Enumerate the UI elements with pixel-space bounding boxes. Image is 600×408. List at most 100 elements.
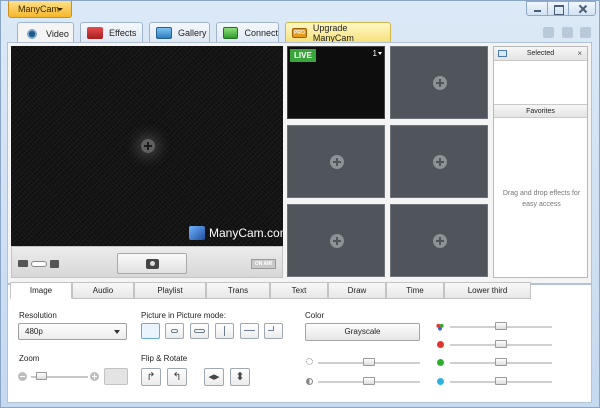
pro-icon: PRO [292,28,307,38]
add-icon[interactable] [330,234,344,248]
green-slider-thumb[interactable] [495,358,507,366]
tab-upgrade-label: Upgrade ManyCam [312,23,354,43]
app-menu-button[interactable]: ManyCam [8,1,72,18]
flip-vertical-button[interactable]: ⬍ [230,368,250,386]
twitter-icon[interactable] [562,27,573,38]
pip-split-vertical-button[interactable] [215,323,234,339]
chevron-down-icon[interactable] [378,52,382,55]
add-icon[interactable] [433,234,447,248]
add-icon[interactable] [433,155,447,169]
minimize-button[interactable] [526,1,548,16]
chevron-down-icon [114,330,120,334]
effects-icon [87,27,103,39]
source-slot-5[interactable] [287,204,385,277]
video-preview[interactable]: ManyCam.com [11,46,283,246]
quad-icon [268,326,274,331]
title-bar: ManyCam [0,0,598,20]
contrast-slider-thumb[interactable] [363,377,375,385]
webcam-icon [24,27,40,40]
tab-effects[interactable]: Effects [80,22,143,43]
tab-connect-label: Connect [244,28,278,38]
pip-double-button[interactable] [190,323,209,339]
app-menu-label: ManyCam [18,4,60,14]
source-slot-4[interactable] [390,125,488,198]
pip-single-button[interactable] [165,323,184,339]
pip-mode-label: Picture in Picture mode: [141,311,226,320]
tab-audio[interactable]: Audio [72,282,134,299]
red-slider-thumb[interactable] [495,340,507,348]
tab-upgrade[interactable]: PRO Upgrade ManyCam [285,22,391,43]
add-icon[interactable] [330,155,344,169]
zoom-slider-thumb[interactable] [35,372,47,380]
video-camera-icon [18,260,28,267]
rgb-icon [436,323,444,331]
source-index[interactable]: 1 [373,49,377,58]
pip-none-button[interactable] [141,323,160,339]
source-slot-6[interactable] [390,204,488,277]
live-badge: LIVE [290,49,316,62]
facebook-icon[interactable] [580,27,591,38]
rotate-right-button[interactable]: ↱ [141,368,161,386]
flip-horizontal-button[interactable]: ◂▸ [204,368,224,386]
photo-icon [50,260,59,268]
watermark-text: ManyCam.com [209,226,283,240]
split-horizontal-icon [244,326,255,331]
close-icon[interactable]: × [577,47,582,60]
flip-vertical-icon: ⬍ [235,371,245,383]
grayscale-button[interactable]: Grayscale [305,323,420,341]
tab-draw[interactable]: Draw [328,282,386,299]
contrast-icon [306,378,313,385]
favorites-header: Favorites [494,104,587,118]
flip-rotate-label: Flip & Rotate [141,354,188,363]
tab-image[interactable]: Image [10,282,72,299]
blue-slider-thumb[interactable] [495,377,507,385]
tab-effects-label: Effects [109,28,137,38]
tab-video[interactable]: Video [17,22,74,44]
snapshot-button[interactable] [117,253,187,274]
source-slot-3[interactable] [287,125,385,198]
add-source-icon[interactable] [141,139,155,153]
flip-horizontal-icon: ◂▸ [208,371,220,383]
manycam-logo-icon [189,226,205,240]
source-slot-1[interactable]: LIVE 1 [287,46,385,119]
rotate-left-icon: ↰ [172,371,182,383]
tab-gallery-label: Gallery [178,28,207,38]
rgb-slider-thumb[interactable] [495,322,507,330]
rotate-left-button[interactable]: ↰ [167,368,187,386]
tab-trans[interactable]: Trans [206,282,270,299]
tab-time[interactable]: Time [386,282,444,299]
source-slot-2[interactable] [390,46,488,119]
tab-playlist[interactable]: Playlist [134,282,206,299]
pip-single-icon [171,329,178,333]
youtube-icon[interactable] [543,27,554,38]
favorites-hint: Drag and drop effects for easy access [502,190,581,208]
pip-split-horizontal-button[interactable] [240,323,259,339]
monitor-icon [498,50,507,57]
tab-gallery[interactable]: Gallery [149,22,210,43]
camera-icon [146,259,159,269]
resolution-select[interactable]: 480p [18,323,127,340]
tab-text[interactable]: Text [270,282,328,299]
zoom-reset-button[interactable] [104,368,128,385]
maximize-button[interactable] [547,1,569,16]
selected-title: Selected [526,50,555,57]
resolution-label: Resolution [19,311,57,320]
zoom-in-icon[interactable] [90,372,99,381]
watermark: ManyCam.com [189,226,283,240]
gallery-icon [156,27,172,39]
zoom-label: Zoom [19,354,40,363]
tab-lower-third[interactable]: Lower third [444,282,531,299]
zoom-out-icon[interactable] [18,372,27,381]
preview-controls: ON AIR [11,246,283,278]
green-channel-icon [437,359,444,366]
red-channel-icon [437,341,444,348]
rotate-right-icon: ↱ [146,371,156,383]
brightness-slider-thumb[interactable] [363,358,375,366]
pip-quad-button[interactable] [264,323,283,339]
tab-connect[interactable]: Connect [216,22,279,43]
resolution-value: 480p [25,327,43,336]
close-button[interactable] [568,1,596,16]
camera-toggle[interactable] [31,261,47,267]
add-icon[interactable] [433,76,447,90]
brightness-icon [306,358,313,365]
